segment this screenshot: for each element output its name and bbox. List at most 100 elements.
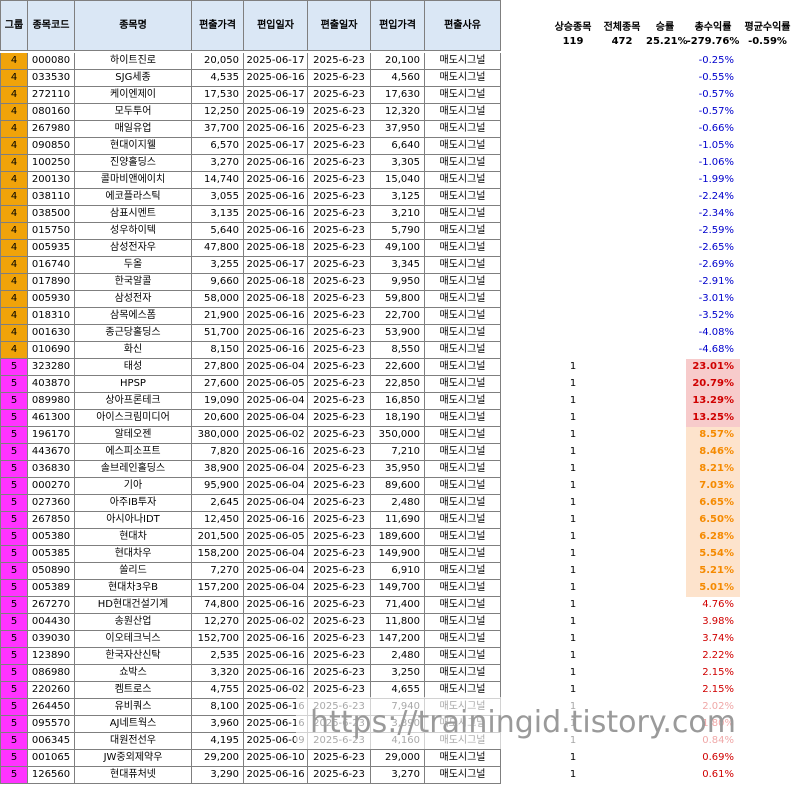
cell-up-count[interactable]: [548, 240, 598, 257]
cell-in-date[interactable]: 2025-06-18: [244, 291, 308, 308]
cell-in-price[interactable]: 3,125: [371, 189, 425, 206]
cell-name[interactable]: 쏠리드: [75, 563, 192, 580]
cell-code[interactable]: 090850: [28, 138, 75, 155]
cell-reason[interactable]: 매도시그널: [425, 155, 501, 172]
cell-group[interactable]: 5: [0, 546, 28, 563]
cell-return[interactable]: -2.34%: [686, 206, 740, 223]
cell-in-price[interactable]: 20,100: [371, 53, 425, 70]
cell-reason[interactable]: 매도시그널: [425, 597, 501, 614]
table-row[interactable]: 4 016740 두올 3,255 2025-06-17 2025-6-23 3,345 매도…: [0, 257, 795, 274]
cell-out-date[interactable]: 2025-6-23: [308, 529, 371, 546]
table-row[interactable]: 4 010690 화신 8,150 2025-06-16 2025-6-23 8,550 매도…: [0, 342, 795, 359]
table-row[interactable]: 4 038110 에코플라스틱 3,055 2025-06-16 2025-6-23 3,1…: [0, 189, 795, 206]
cell-code[interactable]: 267980: [28, 121, 75, 138]
cell-up-count[interactable]: [548, 325, 598, 342]
cell-out-date[interactable]: 2025-6-23: [308, 257, 371, 274]
cell-group[interactable]: 5: [0, 563, 28, 580]
cell-group[interactable]: 5: [0, 682, 28, 699]
cell-out-price[interactable]: 9,660: [192, 274, 244, 291]
cell-out-price[interactable]: 12,270: [192, 614, 244, 631]
cell-name[interactable]: 에스피소프트: [75, 444, 192, 461]
cell-return[interactable]: 2.22%: [686, 648, 740, 665]
cell-code[interactable]: 264450: [28, 699, 75, 716]
cell-group[interactable]: 5: [0, 529, 28, 546]
cell-in-date[interactable]: 2025-06-05: [244, 529, 308, 546]
cell-out-date[interactable]: 2025-6-23: [308, 325, 371, 342]
cell-reason[interactable]: 매도시그널: [425, 495, 501, 512]
cell-reason[interactable]: 매도시그널: [425, 223, 501, 240]
cell-reason[interactable]: 매도시그널: [425, 325, 501, 342]
cell-up-count[interactable]: [548, 104, 598, 121]
cell-reason[interactable]: 매도시그널: [425, 665, 501, 682]
cell-return[interactable]: 13.29%: [686, 393, 740, 410]
cell-reason[interactable]: 매도시그널: [425, 580, 501, 597]
cell-in-date[interactable]: 2025-06-16: [244, 648, 308, 665]
cell-in-price[interactable]: 147,200: [371, 631, 425, 648]
cell-out-price[interactable]: 29,200: [192, 750, 244, 767]
cell-name[interactable]: 아주IB투자: [75, 495, 192, 512]
cell-name[interactable]: 삼성전자: [75, 291, 192, 308]
cell-code[interactable]: 050890: [28, 563, 75, 580]
cell-return[interactable]: 6.50%: [686, 512, 740, 529]
cell-reason[interactable]: 매도시그널: [425, 410, 501, 427]
cell-out-price[interactable]: 74,800: [192, 597, 244, 614]
cell-in-date[interactable]: 2025-06-04: [244, 495, 308, 512]
cell-name[interactable]: HD현대건설기계: [75, 597, 192, 614]
cell-name[interactable]: 이오테크닉스: [75, 631, 192, 648]
cell-out-date[interactable]: 2025-6-23: [308, 104, 371, 121]
cell-in-date[interactable]: 2025-06-04: [244, 563, 308, 580]
cell-in-date[interactable]: 2025-06-16: [244, 665, 308, 682]
table-row[interactable]: 5 004430 송원산업 12,270 2025-06-02 2025-6-23 11,8…: [0, 614, 795, 631]
cell-name[interactable]: 두올: [75, 257, 192, 274]
cell-out-price[interactable]: 6,570: [192, 138, 244, 155]
cell-name[interactable]: 하이트진로: [75, 53, 192, 70]
cell-return[interactable]: -1.05%: [686, 138, 740, 155]
cell-in-date[interactable]: 2025-06-16: [244, 308, 308, 325]
cell-out-date[interactable]: 2025-6-23: [308, 376, 371, 393]
cell-code[interactable]: 220260: [28, 682, 75, 699]
cell-out-price[interactable]: 51,700: [192, 325, 244, 342]
table-row[interactable]: 5 086980 쇼박스 3,320 2025-06-16 2025-6-23 3,250 매…: [0, 665, 795, 682]
cell-code[interactable]: 038500: [28, 206, 75, 223]
cell-in-price[interactable]: 8,550: [371, 342, 425, 359]
cell-out-price[interactable]: 58,000: [192, 291, 244, 308]
cell-in-price[interactable]: 3,210: [371, 206, 425, 223]
cell-in-date[interactable]: 2025-06-17: [244, 257, 308, 274]
cell-out-price[interactable]: 3,270: [192, 155, 244, 172]
cell-in-date[interactable]: 2025-06-04: [244, 359, 308, 376]
cell-group[interactable]: 4: [0, 342, 28, 359]
cell-out-price[interactable]: 158,200: [192, 546, 244, 563]
cell-code[interactable]: 461300: [28, 410, 75, 427]
cell-up-count[interactable]: 1: [548, 750, 598, 767]
table-row[interactable]: 4 000080 하이트진로 20,050 2025-06-17 2025-6-23 20,…: [0, 53, 795, 70]
cell-in-date[interactable]: 2025-06-17: [244, 87, 308, 104]
cell-group[interactable]: 5: [0, 716, 28, 733]
cell-in-price[interactable]: 59,800: [371, 291, 425, 308]
cell-reason[interactable]: 매도시그널: [425, 529, 501, 546]
cell-out-price[interactable]: 5,640: [192, 223, 244, 240]
cell-out-date[interactable]: 2025-6-23: [308, 614, 371, 631]
cell-return[interactable]: -1.06%: [686, 155, 740, 172]
table-row[interactable]: 5 267270 HD현대건설기계 74,800 2025-06-16 2025-6-23…: [0, 597, 795, 614]
cell-out-date[interactable]: 2025-6-23: [308, 461, 371, 478]
header-out-price[interactable]: 편출가격: [192, 0, 244, 51]
cell-out-price[interactable]: 4,755: [192, 682, 244, 699]
cell-out-price[interactable]: 12,450: [192, 512, 244, 529]
cell-out-price[interactable]: 2,645: [192, 495, 244, 512]
cell-out-date[interactable]: 2025-6-23: [308, 359, 371, 376]
cell-up-count[interactable]: 1: [548, 614, 598, 631]
cell-in-price[interactable]: 6,640: [371, 138, 425, 155]
cell-in-price[interactable]: 3,250: [371, 665, 425, 682]
cell-group[interactable]: 4: [0, 189, 28, 206]
cell-group[interactable]: 5: [0, 427, 28, 444]
cell-out-price[interactable]: 20,050: [192, 53, 244, 70]
cell-name[interactable]: 성우하이텍: [75, 223, 192, 240]
cell-group[interactable]: 5: [0, 614, 28, 631]
cell-code[interactable]: 017890: [28, 274, 75, 291]
cell-reason[interactable]: 매도시그널: [425, 240, 501, 257]
cell-group[interactable]: 4: [0, 206, 28, 223]
cell-out-price[interactable]: 8,150: [192, 342, 244, 359]
cell-group[interactable]: 5: [0, 359, 28, 376]
table-row[interactable]: 5 126560 현대퓨처넷 3,290 2025-06-16 2025-6-23 3,27…: [0, 767, 795, 784]
cell-group[interactable]: 5: [0, 393, 28, 410]
